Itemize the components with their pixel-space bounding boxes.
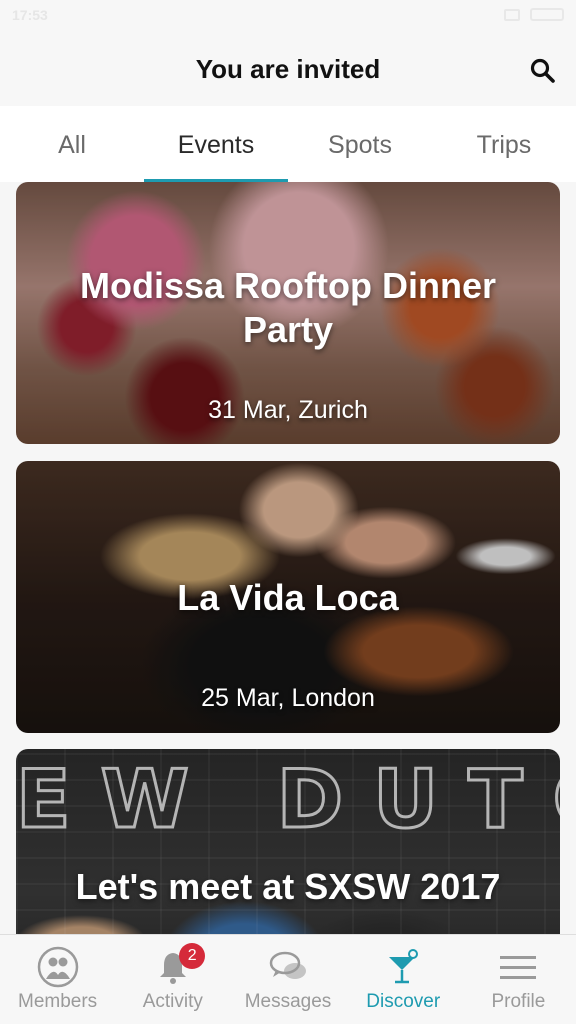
event-date-location: 31 Mar, Zurich bbox=[208, 396, 368, 424]
event-date-location: 25 Mar, London bbox=[201, 684, 375, 712]
event-card[interactable]: La Vida Loca 25 Mar, London bbox=[16, 461, 560, 733]
tab-trips[interactable]: Trips bbox=[432, 106, 576, 182]
chat-bubbles-icon bbox=[269, 951, 306, 979]
event-title: Let's meet at SXSW 2017 bbox=[75, 866, 501, 907]
status-icons bbox=[504, 8, 564, 21]
nav-label: Activity bbox=[142, 991, 203, 1012]
nav-label: Members bbox=[18, 991, 98, 1012]
search-icon bbox=[530, 58, 555, 83]
signal-icon bbox=[504, 8, 520, 21]
nav-activity[interactable]: 2 Activity bbox=[115, 935, 230, 1024]
battery-icon bbox=[530, 8, 564, 21]
notification-badge: 2 bbox=[179, 943, 206, 969]
tab-all[interactable]: All bbox=[0, 106, 144, 182]
tab-spots[interactable]: Spots bbox=[288, 106, 432, 182]
status-time: 17:53 bbox=[12, 7, 48, 23]
cocktail-icon bbox=[389, 949, 419, 984]
event-title: La Vida Loca bbox=[177, 577, 399, 618]
nav-members[interactable]: Members bbox=[0, 935, 115, 1024]
search-button[interactable] bbox=[528, 56, 558, 86]
nav-label: Profile bbox=[491, 991, 546, 1012]
event-card[interactable]: EW DUTCH Let's meet at SXSW 2017 bbox=[16, 749, 560, 934]
nav-label: Discover bbox=[366, 991, 441, 1012]
bottom-nav: Members 2 Activity Messages Discover Pro… bbox=[0, 934, 576, 1024]
nav-messages[interactable]: Messages bbox=[230, 935, 345, 1024]
menu-lines-icon bbox=[500, 956, 537, 979]
members-icon bbox=[37, 946, 78, 988]
nav-profile[interactable]: Profile bbox=[461, 935, 576, 1024]
status-bar: 17:53 bbox=[0, 0, 576, 32]
page-title: You are invited bbox=[195, 54, 381, 84]
category-tabs: All Events Spots Trips bbox=[0, 106, 576, 182]
event-title: Modissa Rooftop Dinner Party bbox=[80, 265, 496, 350]
nav-label: Messages bbox=[244, 991, 332, 1012]
event-card[interactable]: Modissa Rooftop Dinner Party 31 Mar, Zur… bbox=[16, 182, 560, 444]
tab-events[interactable]: Events bbox=[144, 106, 288, 182]
nav-discover[interactable]: Discover bbox=[346, 935, 461, 1024]
app-header: You are invited bbox=[0, 32, 576, 106]
event-feed[interactable]: Modissa Rooftop Dinner Party 31 Mar, Zur… bbox=[0, 182, 576, 934]
